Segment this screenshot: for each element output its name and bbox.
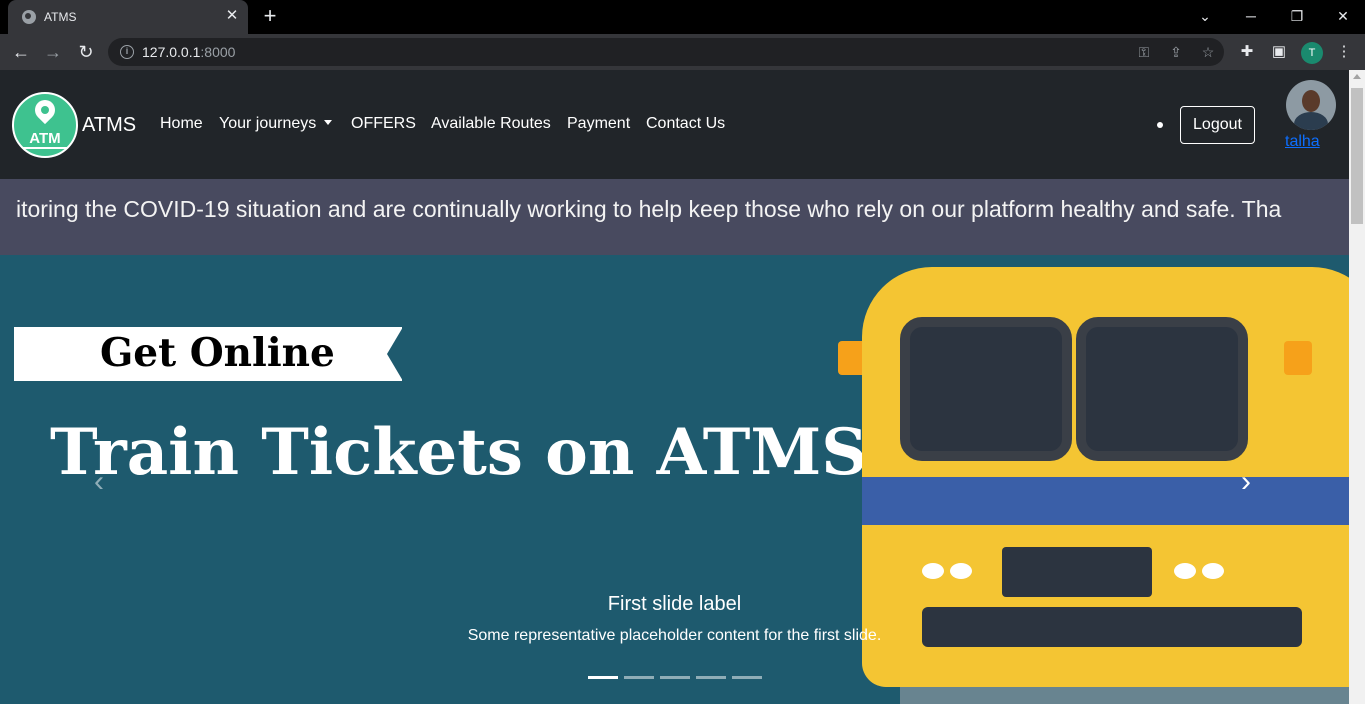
close-tab-icon[interactable]: ✕	[222, 6, 242, 26]
train-window-right	[1076, 317, 1248, 461]
page-scrollbar[interactable]	[1349, 70, 1365, 704]
profile-avatar[interactable]: T	[1301, 42, 1323, 64]
minimize-button[interactable]: ─	[1236, 4, 1266, 28]
url-port: :8000	[200, 44, 236, 60]
map-pin-icon	[30, 95, 60, 125]
extensions-icon[interactable]: ✚	[1237, 42, 1257, 62]
key-icon[interactable]: ⚿	[1134, 42, 1154, 62]
restore-button[interactable]: ❐	[1282, 4, 1312, 28]
browser-tab[interactable]: ATMS ✕	[8, 0, 248, 34]
username-link[interactable]: talha	[1285, 133, 1320, 151]
train-stripe	[862, 477, 1349, 525]
train-mirror-right	[1284, 341, 1312, 375]
banner-headline: Train Tickets on ATMS	[50, 415, 868, 490]
train-headlight	[950, 563, 972, 579]
url-text: 127.0.0.1:8000	[142, 44, 235, 60]
tab-search-icon[interactable]: ⌄	[1190, 4, 1220, 28]
avatar-head	[1302, 90, 1320, 112]
train-headlight	[1174, 563, 1196, 579]
info-icon[interactable]: i	[120, 45, 134, 59]
back-button[interactable]: ←	[9, 40, 33, 64]
train-grille	[1002, 547, 1152, 597]
side-panel-icon[interactable]: ▣	[1269, 42, 1289, 62]
browser-toolbar: ← → ↻ i 127.0.0.1:8000 ⚿ ⇪ ☆ ✚ ▣ T ⋮	[0, 34, 1365, 70]
carousel-prev-icon[interactable]: ‹	[90, 465, 108, 499]
nav-link-payment[interactable]: Payment	[567, 115, 630, 133]
brand-logo-text: ATM	[29, 130, 61, 147]
marquee-clip: itoring the COVID-19 situation and are c…	[0, 179, 1333, 255]
scroll-thumb[interactable]	[1351, 88, 1363, 224]
train-headlight	[922, 563, 944, 579]
marquee-text: itoring the COVID-19 situation and are c…	[16, 196, 1282, 222]
carousel-indicator[interactable]	[696, 676, 726, 679]
nav-link-home[interactable]: Home	[160, 115, 203, 133]
user-avatar[interactable]	[1286, 80, 1336, 130]
covid-notice-marquee: itoring the COVID-19 situation and are c…	[0, 179, 1349, 255]
reload-button[interactable]: ↻	[74, 40, 98, 64]
address-bar[interactable]: i 127.0.0.1:8000 ⚿ ⇪ ☆	[108, 38, 1224, 66]
globe-icon	[22, 10, 36, 24]
nav-link-offers[interactable]: OFFERS	[351, 115, 416, 133]
menu-kebab-icon[interactable]: ⋮	[1334, 42, 1354, 62]
url-host: 127.0.0.1	[142, 44, 201, 60]
browser-tabstrip: ATMS ✕ + ⌄ ─ ❐ ✕	[0, 0, 1365, 34]
new-tab-button[interactable]: +	[258, 4, 282, 28]
scroll-up-arrow-icon[interactable]	[1353, 74, 1361, 79]
caret-down-icon	[324, 120, 333, 125]
train-window-left	[900, 317, 1072, 461]
bullet-dot	[1157, 122, 1163, 128]
tab-title: ATMS	[44, 10, 77, 24]
carousel-indicator[interactable]	[660, 676, 690, 679]
train-body	[862, 267, 1349, 687]
carousel-next-icon[interactable]: ›	[1237, 465, 1255, 499]
train-headlight	[1202, 563, 1224, 579]
nav-link-your-journeys-label: Your journeys	[219, 115, 317, 132]
banner-get-online: Get Online	[100, 330, 335, 376]
carousel-indicator[interactable]	[732, 676, 762, 679]
slide-caption-text: Some representative placeholder content …	[467, 627, 882, 644]
brand-logo-underline	[23, 147, 67, 149]
carousel-indicator[interactable]	[588, 676, 618, 679]
brand-name[interactable]: ATMS	[82, 114, 136, 137]
nav-link-contact-us[interactable]: Contact Us	[646, 115, 725, 133]
page-viewport: ATM ATMS Home Your journeys OFFERS Avail…	[0, 70, 1349, 704]
brand-logo[interactable]: ATM	[12, 92, 78, 158]
close-window-button[interactable]: ✕	[1328, 4, 1358, 28]
nav-link-your-journeys[interactable]: Your journeys	[219, 115, 333, 133]
share-icon[interactable]: ⇪	[1166, 42, 1186, 62]
avatar-body	[1294, 112, 1328, 130]
bookmark-star-icon[interactable]: ☆	[1198, 42, 1218, 62]
nav-link-available-routes[interactable]: Available Routes	[431, 115, 551, 133]
carousel-indicator[interactable]	[624, 676, 654, 679]
slide-caption-title: First slide label	[607, 593, 742, 615]
logout-button[interactable]: Logout	[1180, 106, 1255, 144]
forward-button[interactable]: →	[41, 40, 65, 64]
site-navbar: ATM ATMS Home Your journeys OFFERS Avail…	[0, 70, 1349, 179]
hero-carousel: Get Online Train Tickets on ATMS ‹ › Fir…	[0, 255, 1349, 704]
